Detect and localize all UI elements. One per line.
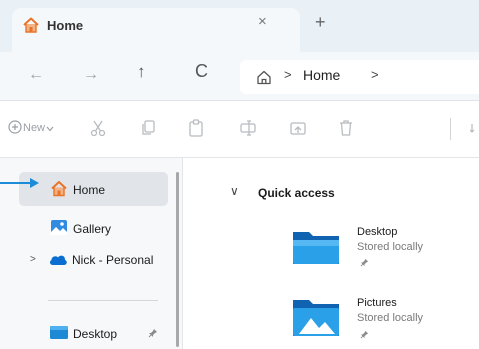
breadcrumb-home[interactable]: Home (303, 67, 340, 83)
pin-icon (360, 258, 369, 267)
folder-location: Stored locally (357, 241, 424, 253)
paste-icon[interactable] (186, 118, 206, 138)
callout-arrow (0, 178, 39, 188)
forward-button[interactable]: → (83, 66, 99, 84)
breadcrumb-separator[interactable]: > (284, 67, 292, 82)
gallery-icon (51, 220, 67, 235)
folder-name: Pictures (357, 297, 397, 309)
cloud-icon (49, 255, 67, 265)
refresh-button[interactable]: C (195, 61, 208, 82)
new-plus-icon (8, 120, 22, 134)
desktop-folder-icon (293, 232, 339, 264)
expand-chevron-icon[interactable]: > (30, 254, 36, 265)
chevron-down-icon (46, 126, 54, 132)
pin-icon[interactable] (148, 328, 158, 338)
back-button[interactable]: ← (28, 66, 44, 84)
share-icon[interactable] (288, 118, 308, 138)
new-button[interactable]: New (23, 122, 45, 134)
tab-close-button[interactable]: × (258, 13, 267, 30)
tab-title: Home (47, 18, 84, 33)
sidebar-item-label: Home (73, 183, 106, 197)
section-title[interactable]: Quick access (258, 186, 335, 200)
sidebar-scrollbar[interactable] (176, 172, 179, 347)
delete-icon[interactable] (336, 118, 356, 138)
copy-icon[interactable] (138, 118, 158, 138)
sidebar-item-label: Nick - Personal (72, 253, 154, 267)
new-tab-button[interactable]: + (315, 12, 326, 33)
desktop-folder-icon (50, 326, 68, 339)
section-collapse-chevron[interactable]: ∨ (230, 184, 239, 198)
sidebar-item-label: Desktop (73, 327, 118, 341)
rename-icon[interactable] (238, 118, 258, 138)
breadcrumb-separator[interactable]: > (371, 67, 379, 82)
pane-divider[interactable] (182, 158, 183, 349)
sidebar-divider (48, 300, 158, 301)
toolbar-divider (450, 118, 451, 140)
home-icon (23, 17, 39, 33)
folder-location: Stored locally (357, 312, 424, 324)
folder-name: Desktop (357, 226, 398, 238)
cut-icon[interactable] (88, 118, 108, 138)
up-button[interactable]: ↑ (137, 62, 146, 82)
address-bar[interactable] (240, 60, 479, 94)
home-outline-icon (257, 70, 271, 85)
sort-icon[interactable] (470, 123, 479, 133)
home-icon (51, 181, 67, 197)
sidebar-item-label: Gallery (73, 222, 112, 236)
pictures-folder-icon (293, 300, 339, 336)
pin-icon (360, 330, 369, 339)
